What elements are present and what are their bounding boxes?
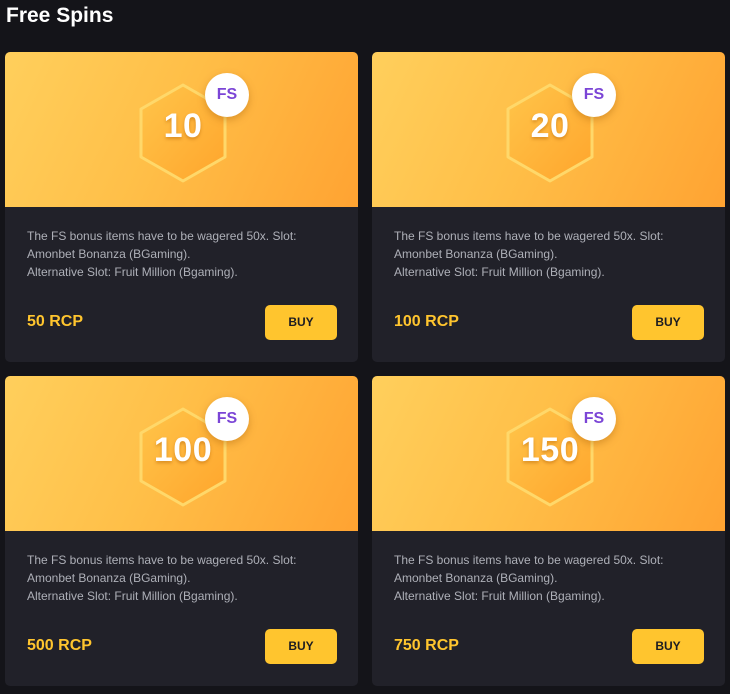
free-spins-page: Free Spins 10 FS The FS bonus items have… <box>0 0 730 694</box>
fs-badge: FS <box>572 73 616 117</box>
card-body: The FS bonus items have to be wagered 50… <box>5 207 358 362</box>
description-line: Alternative Slot: Fruit Million (Bgaming… <box>394 589 605 603</box>
description-line: The FS bonus items have to be wagered 50… <box>394 229 664 243</box>
description-line: Alternative Slot: Fruit Million (Bgaming… <box>27 265 238 279</box>
buy-button[interactable]: BUY <box>632 305 704 340</box>
card-banner: 20 FS <box>372 52 725 207</box>
card-banner: 150 FS <box>372 376 725 531</box>
price-label: 100 RCP <box>394 313 459 330</box>
fs-badge: FS <box>205 73 249 117</box>
card-description: The FS bonus items have to be wagered 50… <box>394 551 694 605</box>
free-spins-grid: 10 FS The FS bonus items have to be wage… <box>5 52 725 686</box>
free-spins-card-20: 20 FS The FS bonus items have to be wage… <box>372 52 725 362</box>
card-body: The FS bonus items have to be wagered 50… <box>372 531 725 686</box>
description-line: Amonbet Bonanza (BGaming). <box>394 247 558 261</box>
buy-button[interactable]: BUY <box>265 305 337 340</box>
card-body: The FS bonus items have to be wagered 50… <box>372 207 725 362</box>
card-description: The FS bonus items have to be wagered 50… <box>27 551 327 605</box>
description-line: Amonbet Bonanza (BGaming). <box>394 571 558 585</box>
price-label: 50 RCP <box>27 313 84 330</box>
card-banner: 10 FS <box>5 52 358 207</box>
description-line: The FS bonus items have to be wagered 50… <box>27 553 297 567</box>
free-spins-card-10: 10 FS The FS bonus items have to be wage… <box>5 52 358 362</box>
description-line: The FS bonus items have to be wagered 50… <box>27 229 297 243</box>
buy-button[interactable]: BUY <box>265 629 337 664</box>
fs-badge: FS <box>205 397 249 441</box>
description-line: Alternative Slot: Fruit Million (Bgaming… <box>394 265 605 279</box>
description-line: Alternative Slot: Fruit Million (Bgaming… <box>27 589 238 603</box>
card-description: The FS bonus items have to be wagered 50… <box>27 227 327 281</box>
description-line: Amonbet Bonanza (BGaming). <box>27 571 191 585</box>
buy-button[interactable]: BUY <box>632 629 704 664</box>
card-banner: 100 FS <box>5 376 358 531</box>
free-spins-card-100: 100 FS The FS bonus items have to be wag… <box>5 376 358 686</box>
description-line: The FS bonus items have to be wagered 50… <box>394 553 664 567</box>
price-label: 500 RCP <box>27 637 92 654</box>
card-body: The FS bonus items have to be wagered 50… <box>5 531 358 686</box>
fs-badge: FS <box>572 397 616 441</box>
card-description: The FS bonus items have to be wagered 50… <box>394 227 694 281</box>
price-label: 750 RCP <box>394 637 459 654</box>
free-spins-card-150: 150 FS The FS bonus items have to be wag… <box>372 376 725 686</box>
description-line: Amonbet Bonanza (BGaming). <box>27 247 191 261</box>
page-title: Free Spins <box>6 4 114 27</box>
